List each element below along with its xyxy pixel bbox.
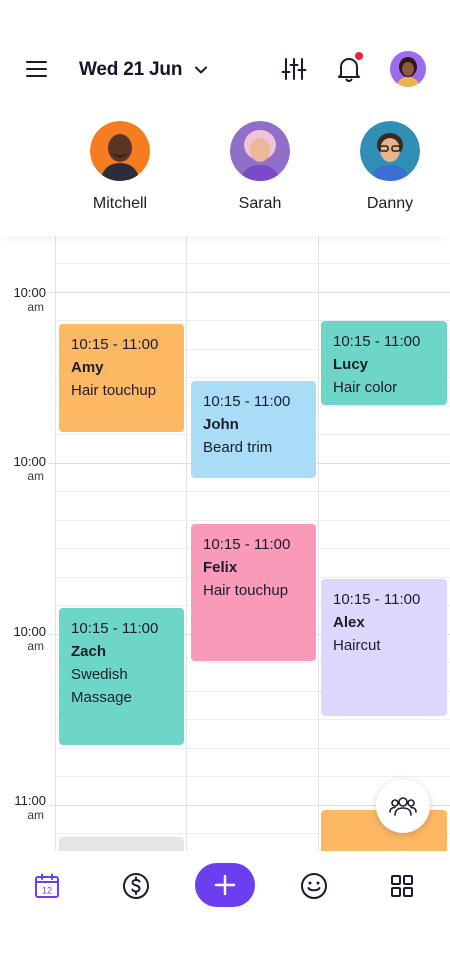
client-name: Alex	[333, 614, 365, 631]
column-divider	[318, 236, 319, 851]
nav-clients[interactable]	[284, 871, 344, 901]
svg-text:12: 12	[42, 886, 52, 896]
staff-name: Danny	[366, 195, 414, 212]
grid-icon	[391, 875, 413, 897]
team-view-button[interactable]	[376, 779, 430, 833]
appointment-time: 10:15 - 11:00	[203, 393, 291, 410]
appointment-card[interactable]: 10:15 - 11:00 Felix Hair touchup	[191, 524, 316, 661]
nav-calendar[interactable]: 12	[17, 871, 77, 901]
service-name: Hair color	[333, 379, 398, 396]
slot-line	[56, 491, 450, 492]
appointment-time: 10:15 - 11:00	[71, 620, 159, 637]
slot-line	[56, 776, 450, 777]
avatar[interactable]	[390, 51, 426, 87]
appointment-card[interactable]	[59, 837, 184, 851]
appointment-time: 10:15 - 11:00	[203, 536, 291, 553]
add-icon	[214, 874, 236, 896]
client-name: Amy	[71, 359, 104, 376]
bottom-navigation: 12	[0, 851, 450, 957]
staff-avatar	[90, 121, 150, 181]
appointment-card[interactable]: 10:15 - 11:00 Amy Hair touchup	[59, 324, 184, 432]
client-name: Lucy	[333, 356, 369, 373]
smiley-icon	[301, 873, 327, 899]
hour-line	[48, 292, 450, 293]
menu-icon[interactable]	[26, 60, 48, 78]
filter-sliders-icon[interactable]	[281, 56, 307, 82]
calendar-icon: 12	[35, 873, 59, 898]
add-button[interactable]	[195, 863, 255, 907]
bell-icon[interactable]	[337, 50, 365, 83]
notification-badge	[353, 50, 365, 62]
time-label: 10:00 am	[13, 454, 46, 484]
chevron-down-icon	[195, 66, 208, 74]
calendar-header: Wed 21 Jun Mitchell Sarah Danny	[0, 0, 450, 236]
column-divider	[55, 236, 56, 851]
slot-line	[56, 748, 450, 749]
nav-sales[interactable]	[106, 871, 166, 901]
staff-column-header[interactable]: Mitchell	[70, 121, 170, 213]
date-label: Wed 21 Jun	[79, 59, 183, 80]
appointment-time: 10:15 - 11:00	[333, 333, 421, 350]
staff-column-header[interactable]: Danny	[340, 121, 440, 213]
service-name: Haircut	[333, 637, 381, 654]
appointment-time: 10:15 - 11:00	[333, 591, 421, 608]
appointment-time: 10:15 - 11:00	[71, 336, 159, 353]
time-label: 11:00 am	[14, 793, 46, 823]
nav-more[interactable]	[372, 871, 432, 901]
client-name: Zach	[71, 643, 107, 660]
slot-line	[56, 520, 450, 521]
dollar-icon	[123, 873, 149, 899]
date-selector[interactable]: Wed 21 Jun	[79, 56, 208, 84]
service-name: Hair touchup	[71, 382, 157, 399]
service-name: Swedish Massage	[71, 666, 132, 706]
appointment-card[interactable]: 10:15 - 11:00 Lucy Hair color	[321, 321, 447, 405]
appointment-card[interactable]: 10:15 - 11:00 Zach Swedish Massage	[59, 608, 184, 745]
appointment-card[interactable]: 10:15 - 11:00 Alex Haircut	[321, 579, 447, 716]
client-name: Felix	[203, 559, 238, 576]
time-label: 10:00 am	[13, 624, 46, 654]
service-name: Beard trim	[203, 439, 273, 456]
staff-avatar	[360, 121, 420, 181]
staff-name: Sarah	[238, 195, 282, 212]
column-divider	[186, 236, 187, 851]
calendar-grid[interactable]: 10:00 am 10:00 am 10:00 am 11:00 am 10:15 - …	[0, 236, 450, 851]
staff-name: Mitchell	[92, 195, 148, 212]
slot-line	[56, 263, 450, 264]
client-name: John	[203, 416, 239, 433]
appointment-card[interactable]: 10:15 - 11:00 John Beard trim	[191, 381, 316, 478]
staff-avatar	[230, 121, 290, 181]
staff-column-header[interactable]: Sarah	[210, 121, 310, 213]
time-label: 10:00 am	[13, 285, 46, 315]
team-icon	[389, 797, 417, 816]
service-name: Hair touchup	[203, 582, 289, 599]
